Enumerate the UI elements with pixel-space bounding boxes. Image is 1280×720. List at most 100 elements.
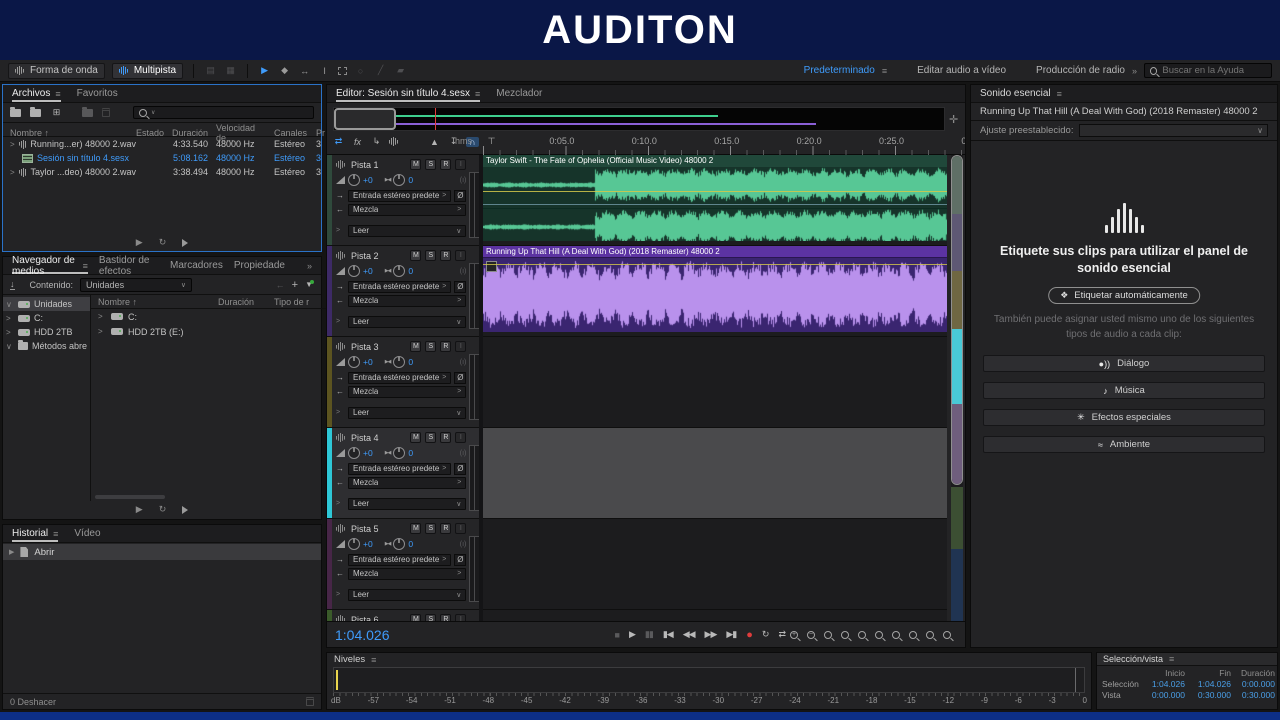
dialogue-button[interactable]: ●)) Diálogo xyxy=(983,355,1265,372)
volume-knob[interactable] xyxy=(348,356,360,368)
track-lane-1[interactable]: Taylor Swift - The Fate of Ophelia (Offi… xyxy=(483,155,947,246)
zoom-selection-left-icon[interactable] xyxy=(875,631,883,639)
help-search-box[interactable] xyxy=(1144,63,1272,78)
auto-play-speaker-icon[interactable] xyxy=(182,506,188,514)
record-arm-button[interactable]: R xyxy=(440,614,451,621)
input-monitor-button[interactable]: I xyxy=(455,614,466,621)
automation-icon[interactable]: ⇄ xyxy=(332,136,345,147)
music-button[interactable]: ♪ Música xyxy=(983,382,1265,399)
workspace-default[interactable]: Predeterminado xyxy=(804,65,875,76)
panel-menu-icon[interactable]: ≡ xyxy=(55,89,60,99)
mute-button[interactable]: M xyxy=(410,614,421,621)
record-button[interactable]: ● xyxy=(746,629,752,641)
preview-loop-icon[interactable]: ↻ xyxy=(159,504,167,515)
zoom-selection-icon[interactable] xyxy=(909,631,917,639)
audio-clip-track2[interactable]: Running Up That Hill (A Deal With God) (… xyxy=(483,246,947,332)
marquee-tool-icon[interactable] xyxy=(338,67,347,75)
play-button[interactable]: ▶ xyxy=(629,629,635,640)
panel-menu-icon[interactable]: ≡ xyxy=(1169,654,1174,664)
preview-loop-icon[interactable]: ↻ xyxy=(159,237,167,248)
automation-expand-icon[interactable]: > xyxy=(336,591,345,598)
output-select[interactable]: Mezcla > xyxy=(348,568,466,580)
time-selection-tool-icon[interactable]: I xyxy=(318,66,331,76)
pan-value[interactable]: 0 xyxy=(408,448,413,458)
add-shortcut-icon[interactable]: + xyxy=(292,279,298,291)
expand-icon[interactable]: > xyxy=(10,168,15,177)
record-arm-button[interactable]: R xyxy=(440,341,451,352)
tab-markers[interactable]: Marcadores xyxy=(170,257,223,274)
history-entry[interactable]: ▶ Abrir xyxy=(3,544,321,560)
input-select[interactable]: Entrada estéreo predete > xyxy=(348,372,451,384)
table-row[interactable]: Sesión sin título 4.sesx 5:08.162 48000 … xyxy=(3,151,321,165)
import-icon[interactable]: ↓ xyxy=(10,279,15,290)
automation-mode-select[interactable]: Leer ∨ xyxy=(348,589,466,601)
pan-value[interactable]: 0 xyxy=(408,539,413,549)
zoom-in-icon[interactable]: + xyxy=(790,631,798,639)
expand-icon[interactable]: ∨ xyxy=(6,342,14,351)
tab-editor[interactable]: Editor: Sesión sin título 4.sesx ≡ xyxy=(336,85,480,102)
panel-menu-icon[interactable]: ≡ xyxy=(83,261,88,271)
track-lane-3[interactable] xyxy=(483,337,947,428)
stop-button[interactable]: ■ xyxy=(615,630,619,640)
waveform-view-button[interactable]: Forma de onda xyxy=(8,63,105,79)
audio-clip-track1[interactable]: Taylor Swift - The Fate of Ophelia (Offi… xyxy=(483,155,947,241)
panel-menu-icon[interactable]: ≡ xyxy=(371,655,376,665)
pan-envelope-line[interactable] xyxy=(483,204,947,205)
track-name[interactable]: Pista 3 xyxy=(351,342,379,352)
input-select[interactable]: Entrada estéreo predete > xyxy=(348,190,451,202)
track-lane-2[interactable]: Running Up That Hill (A Deal With God) (… xyxy=(483,246,947,337)
automation-expand-icon[interactable]: > xyxy=(336,409,345,416)
mute-button[interactable]: M xyxy=(410,523,421,534)
slip-tool-icon[interactable]: ↔ xyxy=(298,66,311,76)
output-select[interactable]: Mezcla > xyxy=(348,204,466,216)
track-name[interactable]: Pista 5 xyxy=(351,524,379,534)
selection-start-value[interactable]: 1:04.026 xyxy=(1139,679,1185,689)
input-select[interactable]: Entrada estéreo predete > xyxy=(348,463,451,475)
workspace-edit-audio-video[interactable]: Editar audio a vídeo xyxy=(917,65,1006,76)
record-arm-button[interactable]: R xyxy=(440,523,451,534)
tab-history[interactable]: Historial ≡ xyxy=(12,525,58,542)
routing-icon[interactable]: ↳ xyxy=(370,136,383,147)
input-select[interactable]: Entrada estéreo predete > xyxy=(348,281,451,293)
expand-icon[interactable]: > xyxy=(98,327,106,336)
input-select[interactable]: Entrada estéreo predete > xyxy=(348,554,451,566)
razor-tool-icon[interactable]: ◆ xyxy=(278,65,291,76)
table-row[interactable]: > Taylor ...deo) 48000 2.wav 3:38.494 48… xyxy=(3,165,321,179)
automation-mode-select[interactable]: Leer ∨ xyxy=(348,225,466,237)
mute-button[interactable]: M xyxy=(410,341,421,352)
pan-value[interactable]: 0 xyxy=(408,175,413,185)
volume-value[interactable]: +0 xyxy=(363,175,373,185)
track-lane-5[interactable] xyxy=(483,519,947,610)
preset-select[interactable]: ∨ xyxy=(1079,124,1268,137)
files-search-box[interactable]: ∨ xyxy=(133,106,314,119)
multitrack-view-button[interactable]: Multipista xyxy=(112,63,183,79)
volume-envelope-line[interactable] xyxy=(483,264,947,265)
phase-button[interactable]: Ø xyxy=(454,281,466,293)
pan-knob[interactable] xyxy=(393,356,405,368)
track-lane-6[interactable] xyxy=(483,610,947,621)
overview-playhead[interactable] xyxy=(435,108,436,130)
zoom-out-time-icon[interactable] xyxy=(841,631,849,639)
automation-mode-select[interactable]: Leer ∨ xyxy=(348,498,466,510)
workspace-radio-production[interactable]: Producción de radio xyxy=(1036,65,1125,76)
tracks-scrollbar[interactable] xyxy=(951,155,963,621)
tab-properties[interactable]: Propiedade xyxy=(234,257,285,274)
phase-button[interactable]: Ø xyxy=(454,372,466,384)
spectral-display-icon[interactable]: ▤ xyxy=(204,65,217,76)
mute-button[interactable]: M xyxy=(410,250,421,261)
volume-value[interactable]: +0 xyxy=(363,539,373,549)
volume-value[interactable]: +0 xyxy=(363,357,373,367)
solo-button[interactable]: S xyxy=(425,159,436,170)
tab-favorites[interactable]: Favoritos xyxy=(77,85,118,102)
pan-knob[interactable] xyxy=(393,538,405,550)
volume-knob[interactable] xyxy=(348,174,360,186)
tab-media-browser[interactable]: Navegador de medios ≡ xyxy=(12,257,88,274)
record-arm-button[interactable]: R xyxy=(440,250,451,261)
panel-menu-icon[interactable]: ≡ xyxy=(53,529,58,539)
input-monitor-button[interactable]: I xyxy=(455,341,466,352)
zoom-in-time-icon[interactable] xyxy=(824,631,832,639)
track-name[interactable]: Pista 2 xyxy=(351,251,379,261)
new-file-icon[interactable]: ⊞ xyxy=(50,107,63,118)
metronome-icon[interactable]: ▲ xyxy=(428,137,441,147)
selection-end-value[interactable]: 1:04.026 xyxy=(1185,679,1231,689)
